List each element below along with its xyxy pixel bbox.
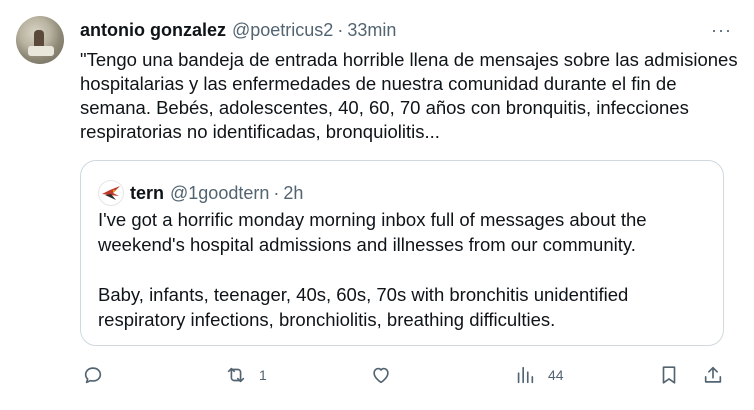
more-options-icon[interactable]: ···	[711, 20, 732, 41]
retweet-button[interactable]: 1	[225, 360, 267, 390]
reply-button[interactable]	[82, 360, 116, 390]
tern-bird-icon	[102, 186, 120, 200]
quote-text: I've got a horrific monday morning inbox…	[98, 209, 647, 330]
quote-author-handle[interactable]: @1goodtern	[170, 183, 269, 204]
tweet[interactable]: antonio gonzalez @poetricus2 · 33min ···…	[0, 0, 754, 410]
retweet-count: 1	[259, 367, 267, 383]
tweet-header: antonio gonzalez @poetricus2 · 33min	[80, 18, 396, 42]
author-handle[interactable]: @poetricus2	[232, 20, 333, 41]
share-icon	[704, 366, 722, 383]
quote-separator-dot: ·	[273, 182, 280, 203]
views-icon	[517, 366, 534, 384]
reply-icon	[84, 367, 102, 384]
bookmark-button[interactable]	[658, 360, 680, 390]
views-count: 44	[548, 367, 564, 383]
tweet-time[interactable]: 33min	[347, 20, 396, 41]
heart-icon	[373, 367, 389, 384]
quoted-tweet[interactable]: tern @1goodtern · 2h I've got a horrific…	[80, 160, 724, 346]
bookmark-icon	[662, 366, 676, 384]
separator-dot: ·	[337, 19, 344, 40]
tweet-text: "Tengo una bandeja de entrada horrible l…	[80, 49, 738, 142]
quote-header: tern @1goodtern · 2h	[98, 180, 303, 206]
quote-author-avatar[interactable]	[98, 180, 124, 206]
quote-time[interactable]: 2h	[283, 183, 303, 204]
author-name[interactable]: antonio gonzalez	[80, 20, 226, 41]
author-avatar[interactable]	[16, 16, 64, 64]
action-bar: 1 44	[80, 360, 730, 390]
like-button[interactable]	[370, 360, 404, 390]
avatar-seat	[28, 46, 54, 56]
views-button[interactable]: 44	[514, 360, 564, 390]
quote-author-name[interactable]: tern	[130, 183, 164, 204]
retweet-icon	[227, 367, 245, 383]
share-button[interactable]	[702, 360, 724, 390]
